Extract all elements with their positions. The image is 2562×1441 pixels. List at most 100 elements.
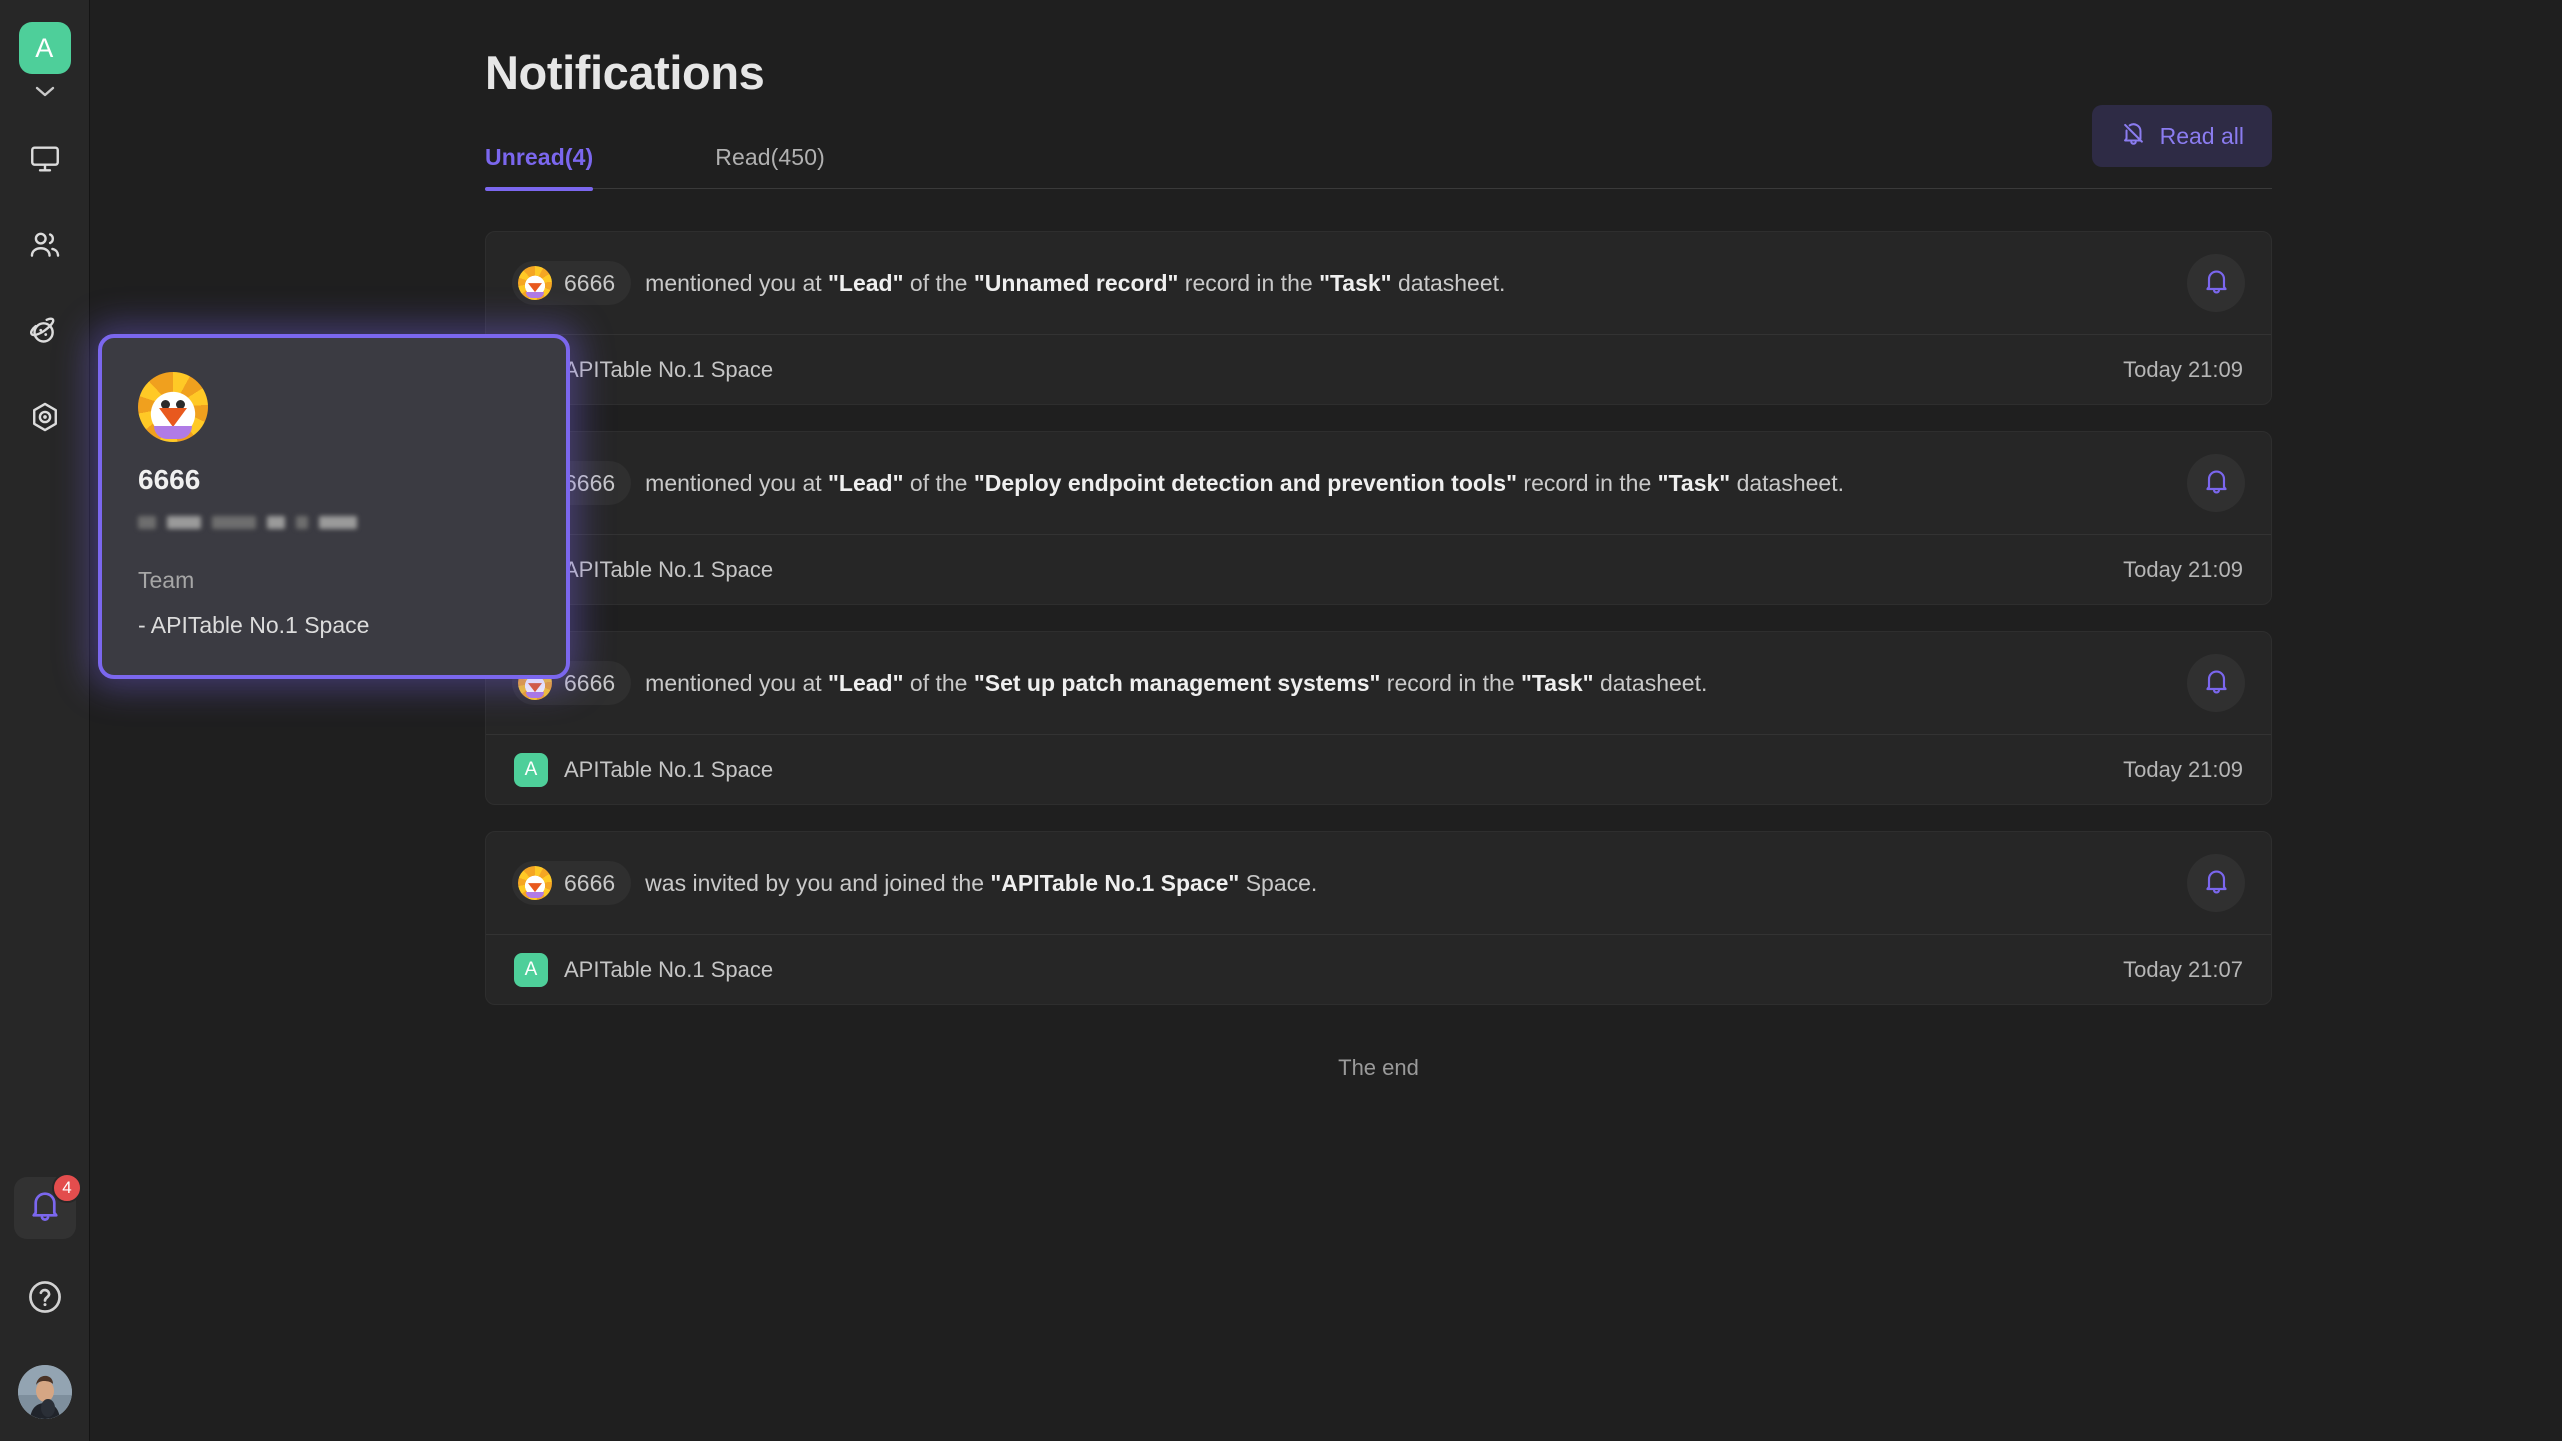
notification-footer: A APITable No.1 Space Today 21:09 — [486, 734, 2271, 804]
msg-emphasis: "Lead" — [828, 469, 904, 496]
user-chip[interactable]: 6666 — [512, 261, 632, 305]
msg-text: of the — [903, 469, 974, 496]
notification-text: mentioned you at "Lead" of the "Set up p… — [645, 667, 1707, 699]
notification-body: 6666 mentioned you at "Lead" of the "Depl… — [486, 432, 2271, 534]
msg-text: was invited by you and joined the — [645, 869, 991, 896]
notification-time: Today 21:07 — [2123, 956, 2243, 982]
notification-list: 6666 mentioned you at "Lead" of the "Unna… — [485, 231, 2272, 1005]
msg-emphasis: "Unnamed record" — [973, 269, 1179, 296]
msg-emphasis: "APITable No.1 Space" — [990, 869, 1240, 896]
sidebar-item-help[interactable] — [21, 1275, 69, 1323]
msg-text: of the — [903, 669, 974, 696]
notification-time: Today 21:09 — [2123, 556, 2243, 582]
planet-icon — [28, 314, 62, 353]
sidebar-item-members[interactable] — [18, 220, 72, 274]
chicken-avatar — [518, 266, 552, 300]
user-name: 6666 — [564, 269, 616, 296]
list-end-text: The end — [1338, 1055, 1419, 1080]
space-name: APITable No.1 Space — [564, 556, 774, 582]
hover-card-team-item: - APITable No.1 Space — [138, 612, 370, 638]
msg-text: mentioned you at — [645, 469, 829, 496]
msg-emphasis: "Task" — [1319, 269, 1392, 296]
notification-message: 6666 mentioned you at "Lead" of the "Unna… — [512, 261, 2165, 305]
notification-footer: A APITable No.1 Space Today 21:07 — [486, 934, 2271, 1004]
tabs: Unread(4) Read(450) — [485, 144, 947, 191]
msg-emphasis: "Lead" — [828, 669, 904, 696]
left-sidebar: A 4 — [0, 0, 90, 1441]
space-avatar: A — [514, 952, 548, 987]
app-root: A 4 Notifications Unread(4) Read(450) Re… — [0, 0, 2562, 1441]
msg-text: of the — [903, 269, 974, 296]
notification-message: 6666 mentioned you at "Lead" of the "Depl… — [512, 461, 2165, 505]
read-all-button[interactable]: Read all — [2091, 105, 2272, 167]
main-content: Notifications Unread(4) Read(450) Read a… — [90, 0, 2562, 1441]
notification-text: was invited by you and joined the "APITa… — [645, 867, 1317, 899]
tab-read[interactable]: Read(450) — [715, 144, 825, 189]
sidebar-item-notifications[interactable]: 4 — [14, 1173, 82, 1239]
masked-segment — [296, 516, 308, 529]
sidebar-item-workbench[interactable] — [18, 134, 72, 188]
tab-bar: Unread(4) Read(450) Read all — [485, 105, 2272, 191]
notification-card[interactable]: 6666 was invited by you and joined the "A… — [485, 831, 2272, 1005]
read-all-label: Read all — [2159, 122, 2244, 149]
notification-footer: AAPITable No.1 SpaceToday 21:09 — [486, 534, 2271, 604]
mark-read-button[interactable] — [2187, 654, 2245, 712]
chicken-avatar — [138, 372, 208, 442]
msg-text: mentioned you at — [645, 269, 829, 296]
workspace-avatar-letter: A — [35, 32, 54, 63]
bell-icon — [2202, 267, 2231, 299]
msg-emphasis: "Set up patch management systems" — [973, 669, 1381, 696]
space-name: APITable No.1 Space — [564, 756, 774, 782]
user-chip[interactable]: 6666 — [512, 861, 632, 905]
msg-text: Space. — [1239, 869, 1318, 896]
tab-unread[interactable]: Unread(4) — [485, 144, 594, 191]
masked-segment — [267, 516, 285, 529]
hover-card-masked-contact — [138, 516, 530, 529]
notification-card[interactable]: 6666 mentioned you at "Lead" of the "Set … — [485, 631, 2272, 805]
msg-emphasis: "Task" — [1521, 669, 1594, 696]
workspace-avatar[interactable]: A — [18, 22, 71, 74]
notification-time: Today 21:09 — [2123, 756, 2243, 782]
notification-card[interactable]: 6666 mentioned you at "Lead" of the "Unna… — [485, 231, 2272, 405]
monitor-icon — [28, 142, 62, 181]
msg-emphasis: "Task" — [1657, 469, 1731, 496]
hexagon-target-icon — [28, 400, 62, 439]
msg-text: record in the — [1380, 669, 1522, 696]
mark-read-button[interactable] — [2187, 854, 2245, 912]
question-circle-icon — [26, 1278, 64, 1321]
notification-time: Today 21:09 — [2123, 356, 2243, 382]
notification-text: mentioned you at "Lead" of the "Deploy e… — [645, 467, 1844, 499]
msg-text: record in the — [1178, 269, 1320, 296]
masked-segment — [319, 516, 357, 529]
mark-read-button[interactable] — [2187, 454, 2245, 512]
sidebar-item-templates[interactable] — [18, 392, 72, 446]
msg-text: datasheet. — [1391, 269, 1506, 296]
space-avatar: A — [514, 752, 548, 787]
notification-card[interactable]: 6666 mentioned you at "Lead" of the "Depl… — [485, 431, 2272, 605]
notification-count-badge: 4 — [52, 1173, 82, 1203]
bell-icon — [2202, 667, 2231, 699]
notification-body: 6666 was invited by you and joined the "A… — [486, 832, 2271, 934]
msg-text: record in the — [1517, 469, 1658, 496]
user-hover-card: 6666 Team - APITable No.1 Space — [98, 334, 570, 679]
people-icon — [28, 228, 62, 267]
notification-text: mentioned you at "Lead" of the "Unnamed … — [645, 267, 1505, 299]
bell-icon — [2202, 867, 2231, 899]
user-name: 6666 — [564, 469, 616, 496]
space-name: APITable No.1 Space — [564, 356, 774, 382]
sidebar-item-space-explore[interactable] — [18, 306, 72, 360]
notification-body: 6666 mentioned you at "Lead" of the "Set … — [486, 632, 2271, 734]
notification-body: 6666 mentioned you at "Lead" of the "Unna… — [486, 232, 2271, 334]
hover-card-team-label: Team — [138, 567, 195, 593]
mark-read-button[interactable] — [2187, 254, 2245, 312]
msg-emphasis: "Lead" — [828, 269, 904, 296]
avatar[interactable] — [18, 1365, 72, 1419]
masked-segment — [212, 516, 256, 529]
user-name: 6666 — [564, 669, 616, 696]
msg-text: datasheet. — [1730, 469, 1844, 496]
page-title: Notifications — [485, 46, 765, 99]
user-name: 6666 — [564, 869, 616, 896]
masked-segment — [167, 516, 201, 529]
notification-footer: AAPITable No.1 SpaceToday 21:09 — [486, 334, 2271, 404]
chevron-down-icon[interactable] — [32, 80, 58, 102]
